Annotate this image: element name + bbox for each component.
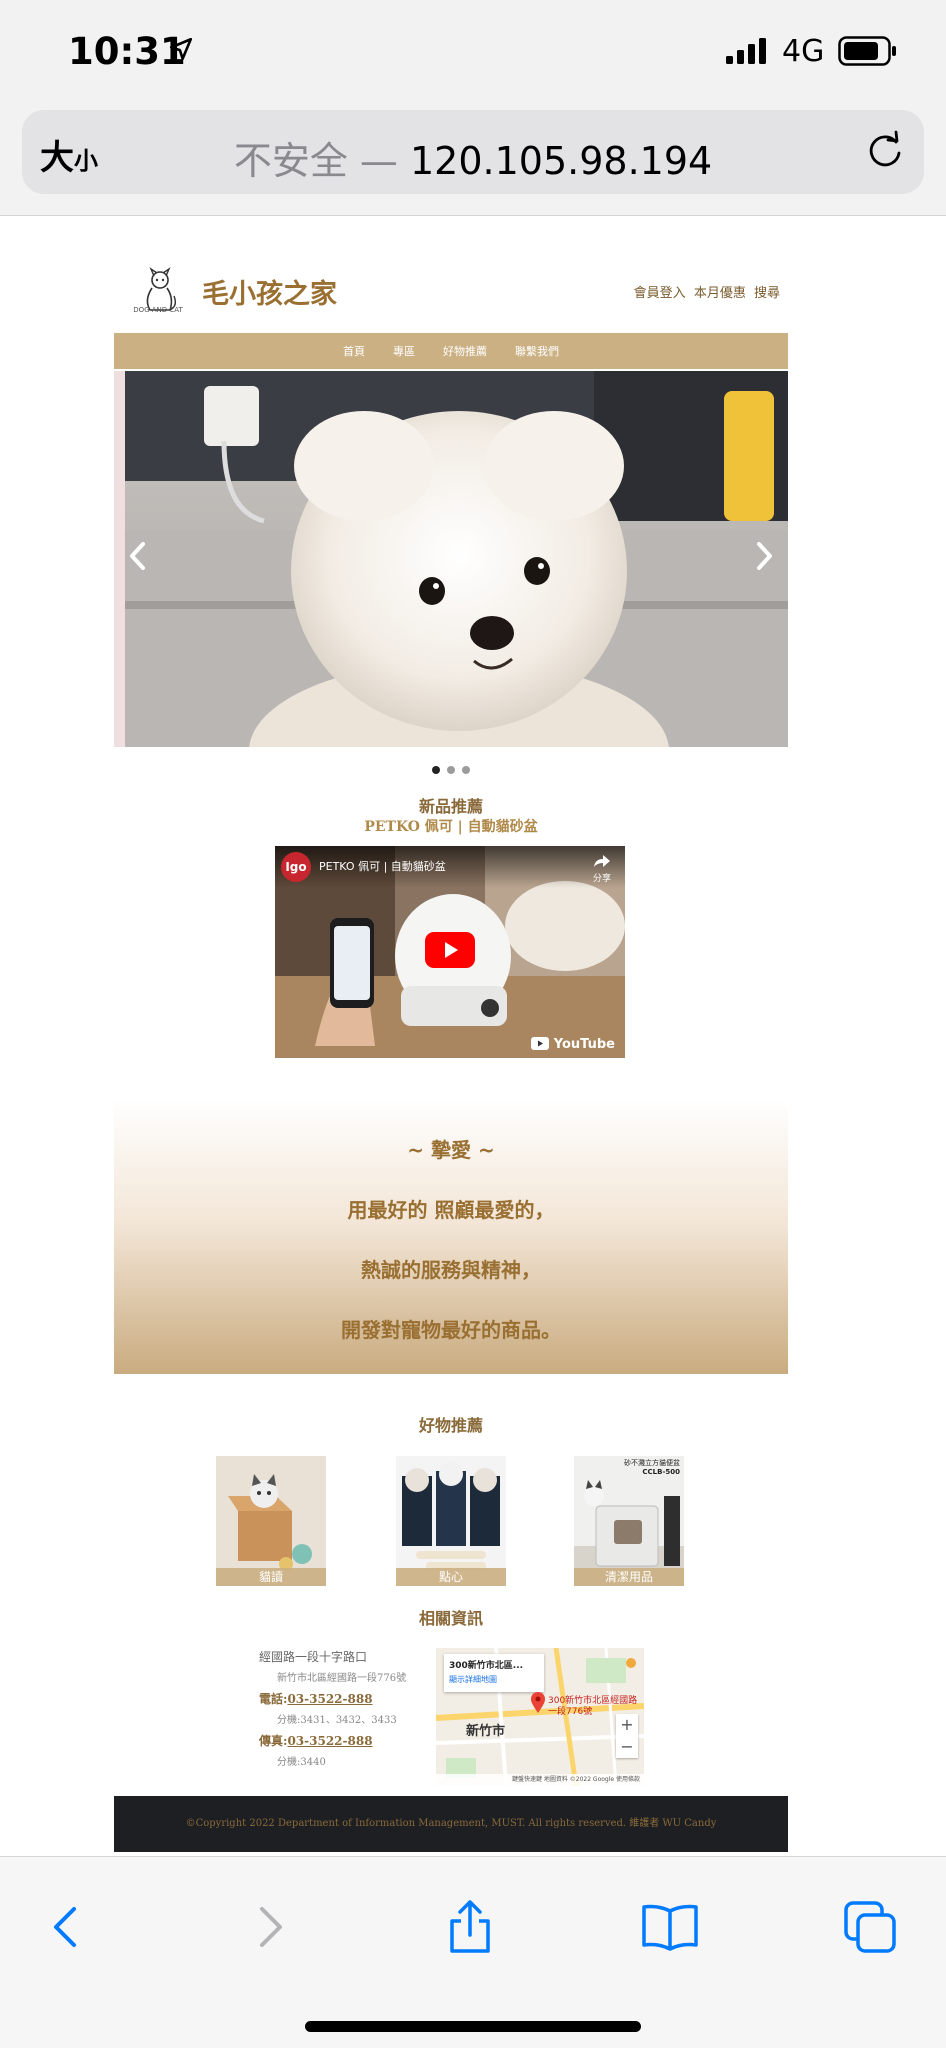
recommend-heading: 好物推薦 xyxy=(418,1416,483,1435)
tabs-icon[interactable] xyxy=(840,1897,900,1957)
cellular-signal-icon xyxy=(726,38,766,64)
zoom-in-icon[interactable]: + xyxy=(616,1714,638,1736)
dog-treats-photo xyxy=(396,1456,506,1586)
new-products-subheading: PETKO 佩可 | 自動貓砂盆 xyxy=(364,819,538,835)
promo-line: 開發對寵物最好的商品。 xyxy=(341,1318,561,1342)
logo-caption: DOG AND CAT xyxy=(133,306,183,314)
video-title[interactable]: PETKO 佩可 | 自動貓砂盆 xyxy=(319,858,446,874)
bookmarks-icon[interactable] xyxy=(640,1897,700,1957)
header-link-deals[interactable]: 本月優惠 xyxy=(694,286,746,301)
fax-extension: 分機:3440 xyxy=(277,1757,326,1768)
carousel-next-icon[interactable] xyxy=(752,539,776,573)
youtube-logo[interactable]: YouTube xyxy=(531,1037,615,1052)
new-products-heading: 新品推薦 xyxy=(418,797,483,816)
product-grid: 貓讀 點心 砂不濺立方貓便盆 CCLB-500 清潔用品 xyxy=(114,1456,788,1586)
share-button[interactable]: 分享 xyxy=(591,854,613,884)
back-icon[interactable] xyxy=(36,1897,96,1957)
forward-icon[interactable] xyxy=(240,1897,300,1957)
location-name: 經國路一段十字路口 xyxy=(259,1650,368,1664)
reload-icon[interactable] xyxy=(862,128,908,174)
header-link-search[interactable]: 搜尋 xyxy=(754,286,780,301)
site-footer: ©Copyright 2022 Department of Informatio… xyxy=(114,1796,788,1852)
share-arrow-icon xyxy=(594,855,610,867)
product-card[interactable]: 砂不濺立方貓便盆 CCLB-500 清潔用品 xyxy=(574,1456,684,1586)
map-card-title: 300新竹市北區... xyxy=(449,1661,524,1671)
map-pin-icon xyxy=(531,1692,545,1713)
product-overlay-title: 砂不濺立方貓便盆 xyxy=(624,1459,680,1467)
product-label: 點心 xyxy=(396,1568,506,1586)
browser-toolbar xyxy=(0,1856,946,2048)
contact-heading: 相關資訊 xyxy=(418,1609,483,1628)
address: 新竹市北區經國路一段776號 xyxy=(277,1673,407,1684)
browser-address-bar: 大小 不安全 — 120.105.98.194 xyxy=(0,106,946,216)
web-page: DOG AND CAT 毛小孩之家 會員登入 本月優惠 搜尋 首頁 專區 好物推… xyxy=(114,216,788,1852)
site-title[interactable]: 毛小孩之家 xyxy=(202,272,337,311)
map-info-card: 300新竹市北區... 顯示詳細地圖 xyxy=(444,1654,544,1692)
promo-title: ~ 摯愛 ~ xyxy=(407,1138,495,1162)
youtube-video-embed[interactable]: Igo PETKO 佩可 | 自動貓砂盆 分享 YouTube xyxy=(275,846,625,1058)
main-nav: 首頁 專區 好物推薦 聯繫我們 xyxy=(114,333,788,369)
nav-item-home[interactable]: 首頁 xyxy=(343,343,365,359)
promo-line: 用最好的 照顧最愛的， xyxy=(347,1198,555,1222)
zoom-out-icon[interactable]: − xyxy=(616,1736,638,1758)
phone-link[interactable]: 03-3522-888 xyxy=(287,1692,372,1706)
nav-item-contact[interactable]: 聯繫我們 xyxy=(515,343,559,359)
insecure-label: 不安全 xyxy=(233,139,348,183)
hero-carousel[interactable] xyxy=(114,371,788,747)
carousel-dot[interactable] xyxy=(462,766,470,774)
carousel-dot[interactable] xyxy=(447,766,455,774)
home-indicator[interactable] xyxy=(305,2021,641,2032)
product-label: 貓讀 xyxy=(216,1568,326,1586)
carousel-indicators xyxy=(114,766,788,774)
status-bar: 10:31 4G xyxy=(0,0,946,106)
product-label: 清潔用品 xyxy=(574,1568,684,1586)
map-city-label: 新竹市 xyxy=(466,1724,506,1739)
url-field[interactable]: 大小 不安全 — 120.105.98.194 xyxy=(22,110,924,194)
promo-banner: ~ 摯愛 ~ 用最好的 照顧最愛的， 熱誠的服務與精神， 開發對寵物最好的商品。 xyxy=(114,1098,788,1374)
phone-extensions: 分機:3431、3432、3433 xyxy=(277,1715,397,1726)
promo-line: 熱誠的服務與精神， xyxy=(361,1258,541,1282)
product-overlay-code: CCLB-500 xyxy=(642,1468,680,1476)
nav-item-recommend[interactable]: 好物推薦 xyxy=(443,343,487,359)
url-host: 120.105.98.194 xyxy=(410,139,713,183)
url-text[interactable]: 不安全 — 120.105.98.194 xyxy=(22,130,924,185)
play-button-icon[interactable] xyxy=(425,932,475,968)
map-zoom-controls[interactable]: + − xyxy=(616,1714,638,1758)
fax-link[interactable]: 03-3522-888 xyxy=(287,1734,372,1748)
contact-info: 經國路一段十字路口 新竹市北區經國路一段776號 電話:03-3522-888 … xyxy=(259,1647,429,1773)
carousel-dot[interactable] xyxy=(432,766,440,774)
map-attribution: 鍵盤快速鍵 地圖資料 ©2022 Google 使用條款 xyxy=(436,1774,644,1786)
network-type: 4G xyxy=(782,34,825,69)
nav-item-zone[interactable]: 專區 xyxy=(393,343,415,359)
pomeranian-photo xyxy=(114,371,788,747)
cat-box-photo xyxy=(216,1456,326,1586)
battery-icon xyxy=(838,36,896,66)
site-header: DOG AND CAT 毛小孩之家 會員登入 本月優惠 搜尋 xyxy=(114,216,788,331)
google-map-embed[interactable]: 300新竹市北區... 顯示詳細地圖 300新竹市北區經國路一段776號 新竹市… xyxy=(436,1648,644,1786)
phone-row: 電話:03-3522-888 xyxy=(259,1692,373,1706)
map-larger-link[interactable]: 顯示詳細地圖 xyxy=(449,1674,497,1685)
share-icon[interactable] xyxy=(440,1897,500,1957)
location-arrow-icon xyxy=(169,37,193,61)
channel-avatar[interactable]: Igo xyxy=(281,852,311,882)
product-card[interactable]: 貓讀 xyxy=(216,1456,326,1586)
youtube-icon xyxy=(531,1037,550,1050)
header-links: 會員登入 本月優惠 搜尋 xyxy=(630,282,780,301)
product-card[interactable]: 點心 xyxy=(396,1456,506,1586)
carousel-prev-icon[interactable] xyxy=(126,539,150,573)
header-link-login[interactable]: 會員登入 xyxy=(634,286,686,301)
fax-row: 傳真:03-3522-888 xyxy=(259,1734,373,1748)
